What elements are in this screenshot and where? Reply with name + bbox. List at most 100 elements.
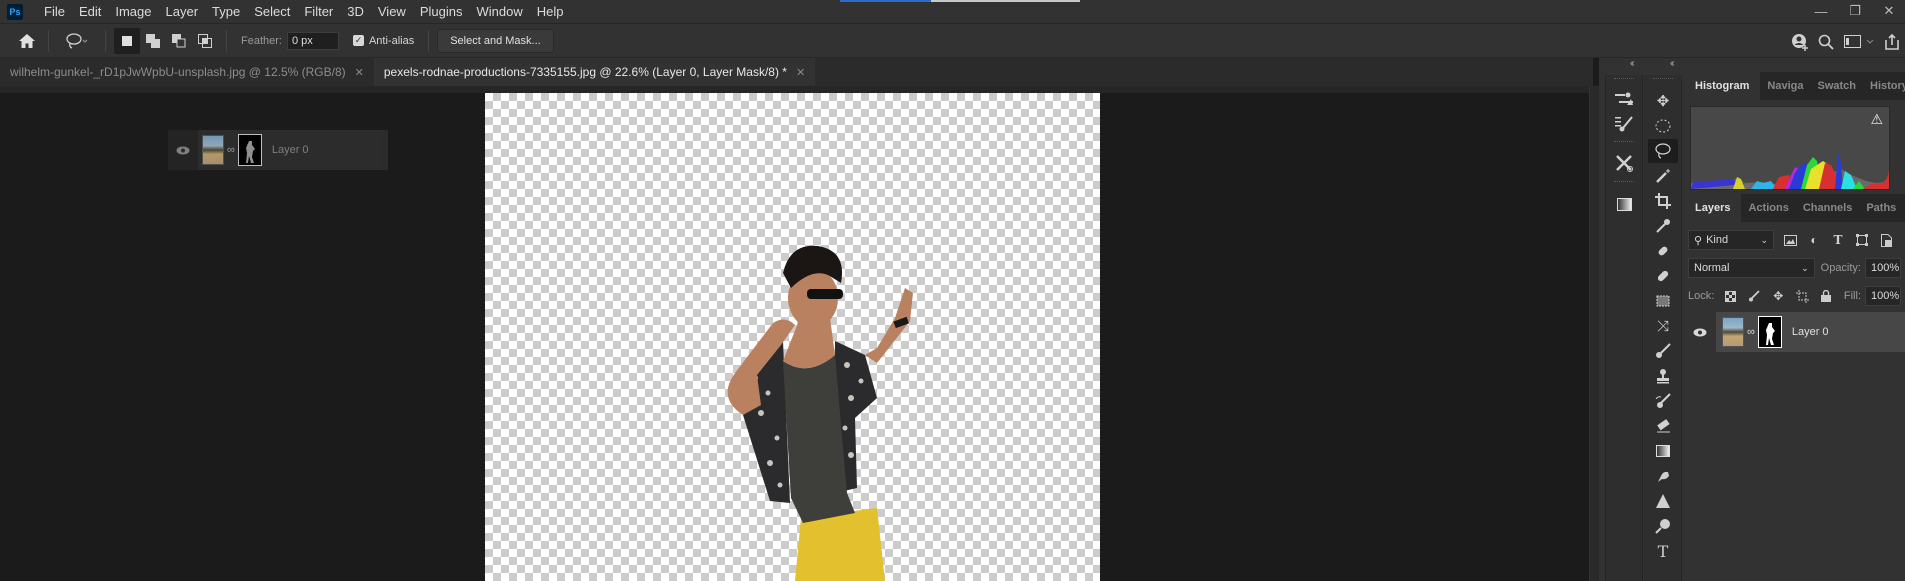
home-button[interactable] bbox=[14, 28, 40, 54]
menu-window[interactable]: Window bbox=[469, 4, 529, 19]
content-aware-move-tool[interactable]: ⤨ bbox=[1648, 314, 1678, 338]
menu-help[interactable]: Help bbox=[530, 4, 571, 19]
menu-select[interactable]: Select bbox=[247, 4, 297, 19]
share-icon bbox=[1885, 33, 1899, 50]
layer-row-body[interactable]: ∞ Layer 0 bbox=[1716, 312, 1905, 352]
tab-navigator[interactable]: Naviga bbox=[1760, 72, 1810, 100]
add-to-selection-button[interactable] bbox=[140, 28, 166, 54]
brush-settings-button[interactable] bbox=[1609, 112, 1639, 136]
filter-pixel-button[interactable] bbox=[1778, 234, 1802, 246]
properties-button[interactable] bbox=[1609, 87, 1639, 111]
grip-handle[interactable] bbox=[1614, 181, 1634, 184]
tab-paths[interactable]: Paths bbox=[1859, 194, 1903, 222]
filter-shape-button[interactable] bbox=[1850, 234, 1874, 246]
tab-pexels-rodnae[interactable]: pexels-rodnae-productions-7335155.jpg @ … bbox=[373, 58, 816, 86]
brush-tool[interactable] bbox=[1648, 339, 1678, 363]
dodge-tool[interactable] bbox=[1648, 514, 1678, 538]
feather-input[interactable] bbox=[286, 31, 339, 50]
grip-handle[interactable] bbox=[1653, 78, 1673, 81]
tab-swatches[interactable]: Swatch bbox=[1810, 72, 1863, 100]
layer-mask-thumbnail[interactable] bbox=[1757, 316, 1782, 348]
close-tab-icon[interactable]: ✕ bbox=[355, 66, 364, 79]
new-selection-button[interactable] bbox=[114, 27, 140, 54]
magic-wand-tool[interactable] bbox=[1648, 164, 1678, 188]
menu-3d[interactable]: 3D bbox=[340, 4, 371, 19]
marquee-tool[interactable] bbox=[1648, 114, 1678, 138]
layer-filter-select[interactable]: ⚲ Kind ⌄ bbox=[1688, 230, 1774, 250]
filter-type-button[interactable]: T bbox=[1826, 233, 1850, 247]
lock-transparent-pixels-button[interactable] bbox=[1718, 290, 1742, 302]
filter-smart-object-button[interactable] bbox=[1874, 233, 1898, 247]
sharpen-tool[interactable] bbox=[1648, 489, 1678, 513]
menu-type[interactable]: Type bbox=[205, 4, 247, 19]
restore-button[interactable]: ❐ bbox=[1838, 0, 1872, 22]
layer-visibility-toggle[interactable] bbox=[1684, 328, 1716, 337]
collapse-dock-icon[interactable]: ‹‹ bbox=[1630, 58, 1634, 69]
lock-artboard-button[interactable] bbox=[1790, 289, 1814, 303]
lock-position-button[interactable]: ✥ bbox=[1766, 289, 1790, 303]
tab-layers[interactable]: Layers bbox=[1684, 194, 1742, 222]
opacity-input[interactable]: 100% bbox=[1865, 258, 1901, 278]
menu-plugins[interactable]: Plugins bbox=[413, 4, 470, 19]
type-tool[interactable]: T bbox=[1648, 539, 1678, 563]
collapse-toolbar-icon[interactable]: ‹‹ bbox=[1670, 58, 1674, 69]
menu-edit[interactable]: Edit bbox=[72, 4, 108, 19]
tab-wilhelm-gunkel[interactable]: wilhelm-gunkel-_rD1pJwWpbU-unsplash.jpg … bbox=[0, 58, 374, 86]
fill-input[interactable]: 100% bbox=[1865, 286, 1901, 306]
move-icon: ✥ bbox=[1656, 93, 1670, 110]
tools-panel-button[interactable] bbox=[1609, 151, 1639, 175]
filter-adjustment-button[interactable]: ◐ bbox=[1802, 233, 1826, 247]
layer-row[interactable]: ∞ Layer 0 bbox=[1684, 312, 1905, 352]
opacity-value: 100% bbox=[1871, 262, 1900, 274]
menu-image[interactable]: Image bbox=[108, 4, 158, 19]
intersect-selection-button[interactable] bbox=[192, 28, 218, 54]
lasso-tool[interactable] bbox=[1648, 139, 1678, 163]
smudge-tool[interactable] bbox=[1648, 464, 1678, 488]
tab-histogram[interactable]: Histogram bbox=[1684, 72, 1761, 100]
menu-filter[interactable]: Filter bbox=[297, 4, 340, 19]
patch-tool[interactable] bbox=[1648, 289, 1678, 313]
menu-file[interactable]: File bbox=[37, 4, 72, 19]
healing-brush-tool[interactable] bbox=[1648, 264, 1678, 288]
layer-thumbnail[interactable] bbox=[1722, 317, 1744, 347]
anti-alias-checkbox[interactable]: ✓ Anti-alias bbox=[352, 35, 414, 47]
lock-image-pixels-button[interactable] bbox=[1742, 290, 1766, 302]
eraser-tool[interactable] bbox=[1648, 414, 1678, 438]
share-user-button[interactable] bbox=[1787, 29, 1813, 55]
history-brush-tool[interactable] bbox=[1648, 389, 1678, 413]
grip-handle[interactable] bbox=[1614, 141, 1634, 144]
menu-layer[interactable]: Layer bbox=[159, 4, 206, 19]
workspace-scrollbar[interactable] bbox=[1589, 86, 1599, 581]
spot-healing-tool[interactable] bbox=[1648, 239, 1678, 263]
gradients-panel-button[interactable] bbox=[1609, 192, 1639, 216]
eyedropper-tool[interactable] bbox=[1648, 214, 1678, 238]
tool-preset-picker[interactable] bbox=[57, 28, 97, 54]
crop-tool[interactable] bbox=[1648, 189, 1678, 213]
gradient-tool[interactable] bbox=[1648, 439, 1678, 463]
minimize-button[interactable]: — bbox=[1804, 0, 1838, 22]
document-canvas[interactable] bbox=[485, 93, 1100, 581]
close-tab-icon[interactable]: ✕ bbox=[796, 66, 805, 79]
tab-history[interactable]: History bbox=[1863, 72, 1905, 100]
grip-handle[interactable] bbox=[1614, 78, 1634, 81]
subtract-selection-icon bbox=[172, 33, 186, 47]
link-chain-icon[interactable]: ∞ bbox=[1747, 326, 1755, 338]
tab-actions[interactable]: Actions bbox=[1741, 194, 1795, 222]
workspace-switcher[interactable] bbox=[1839, 29, 1879, 55]
subtract-from-selection-button[interactable] bbox=[166, 28, 192, 54]
close-window-button[interactable]: ✕ bbox=[1872, 0, 1905, 22]
home-icon bbox=[19, 33, 35, 48]
layer-name[interactable]: Layer 0 bbox=[1792, 326, 1829, 338]
blend-mode-select[interactable]: Normal ⌄ bbox=[1688, 258, 1815, 278]
tab-label: wilhelm-gunkel-_rD1pJwWpbU-unsplash.jpg … bbox=[10, 65, 346, 79]
lock-all-button[interactable] bbox=[1814, 290, 1838, 302]
share-button[interactable] bbox=[1879, 29, 1905, 55]
select-and-mask-button[interactable]: Select and Mask... bbox=[437, 28, 554, 53]
warning-icon[interactable]: ⚠ bbox=[1870, 111, 1883, 128]
menu-view[interactable]: View bbox=[371, 4, 413, 19]
search-button[interactable] bbox=[1813, 29, 1839, 55]
tab-channels[interactable]: Channels bbox=[1796, 194, 1860, 222]
panel-icon-column bbox=[1605, 75, 1643, 581]
move-tool[interactable]: ✥ bbox=[1648, 89, 1678, 113]
clone-stamp-tool[interactable] bbox=[1648, 364, 1678, 388]
